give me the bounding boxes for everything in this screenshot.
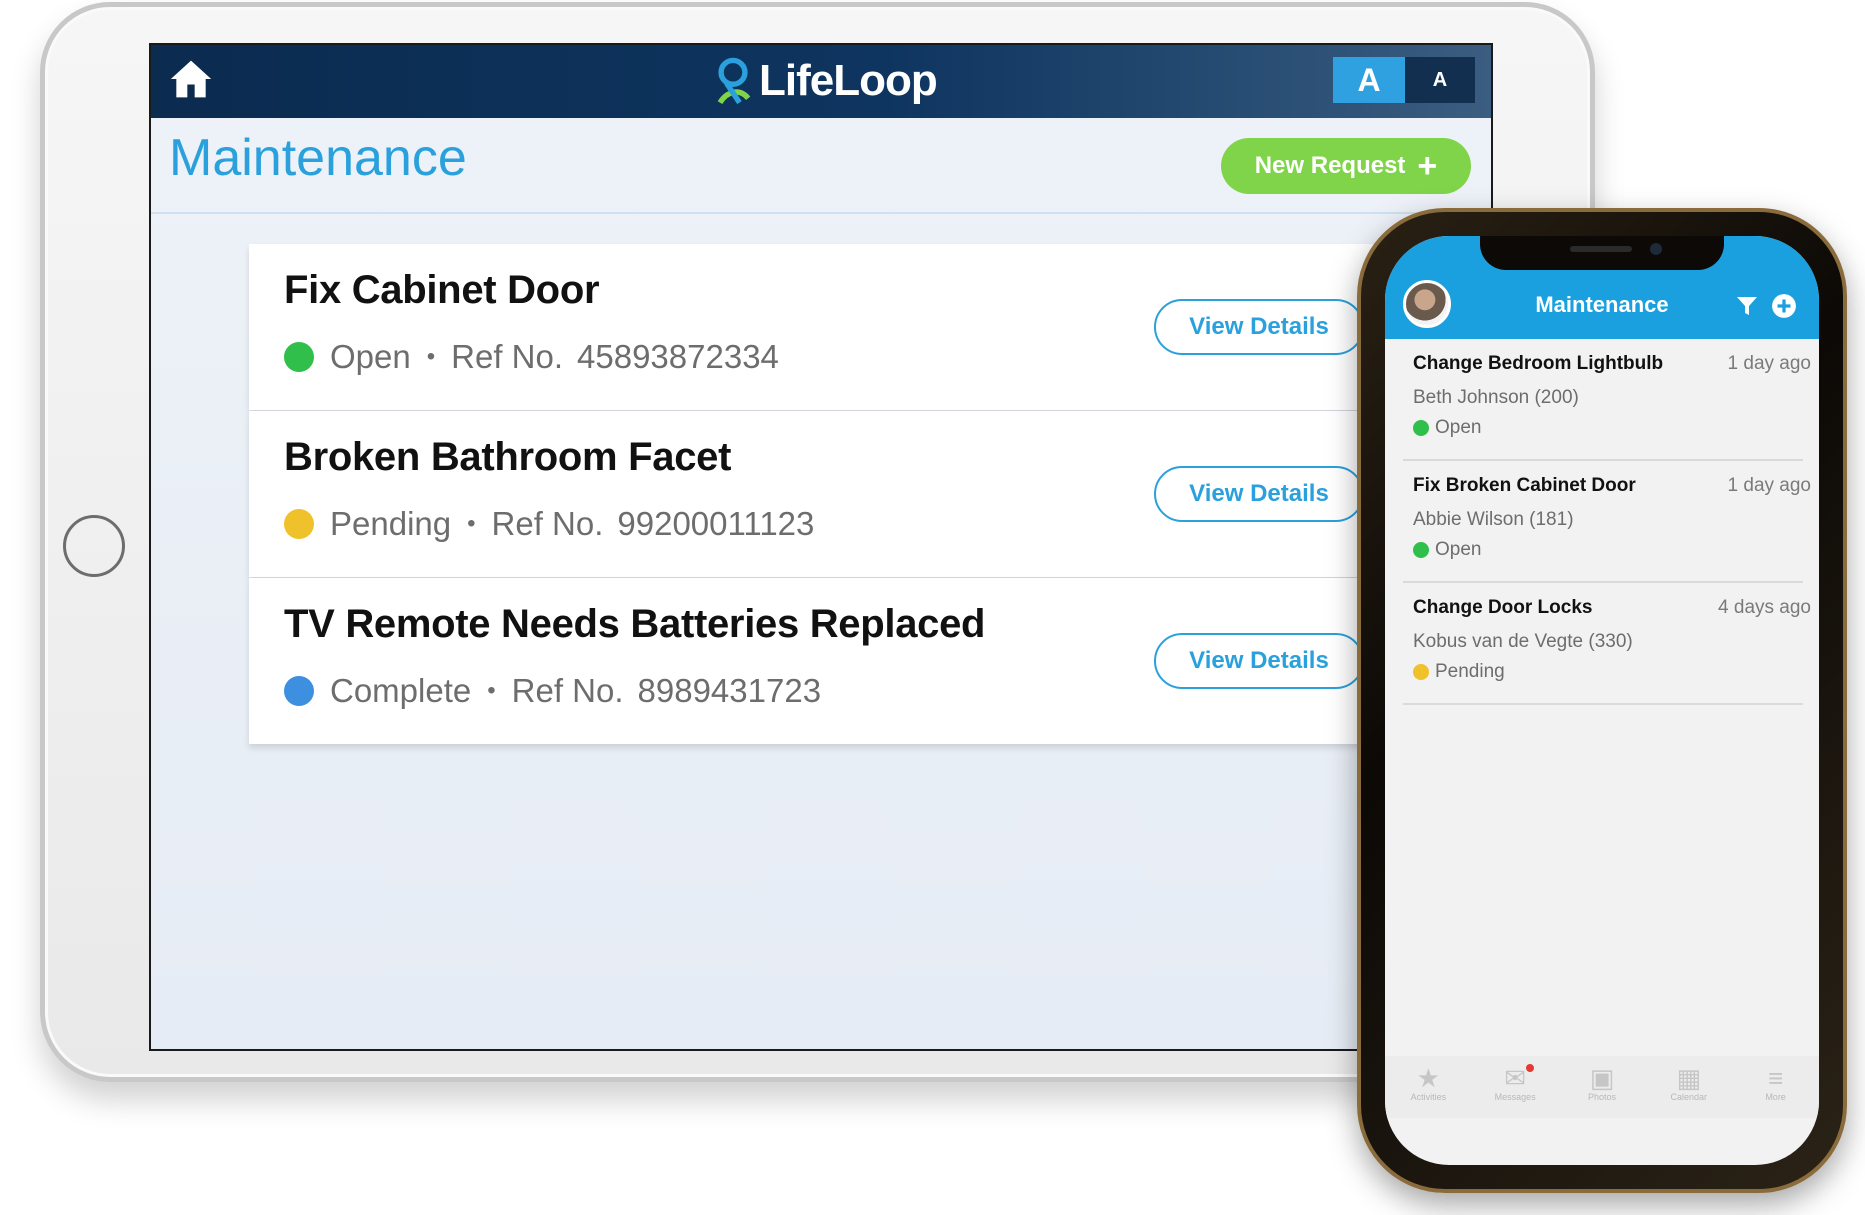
item-status: Pending — [1413, 661, 1505, 683]
page-title: Maintenance — [169, 129, 467, 187]
item-status: Open — [1413, 539, 1481, 561]
item-person: Abbie Wilson (181) — [1413, 509, 1574, 530]
ref-number: 99200011123 — [617, 505, 815, 542]
status-dot-icon — [1413, 664, 1429, 680]
ref-number: 8989431723 — [637, 672, 822, 709]
view-details-button[interactable]: View Details — [1154, 299, 1364, 355]
separator-dot: • — [426, 343, 436, 370]
plus-icon: + — [1417, 147, 1438, 185]
request-status: Complete — [330, 672, 472, 709]
ref-label: Ref No. — [511, 672, 624, 709]
phone-device: Maintenance Change Bedroom Lightbulb 1 d… — [1357, 208, 1847, 1193]
item-status-label: Pending — [1435, 661, 1505, 682]
request-card: Fix Cabinet Door Open • Ref No. 45893872… — [249, 244, 1491, 410]
font-size-large-button[interactable]: A — [1333, 57, 1405, 103]
request-title: Fix Cabinet Door — [284, 268, 600, 312]
font-size-small-button[interactable]: A — [1405, 57, 1475, 103]
new-request-button[interactable]: New Request + — [1221, 138, 1471, 194]
bottom-tab-bar: ★ Activities ✉ Messages ▣ Photos ▦ Calen… — [1385, 1056, 1819, 1118]
font-size-toggle: A A — [1333, 57, 1475, 103]
speaker — [1570, 246, 1632, 252]
tab-activities[interactable]: ★ Activities — [1391, 1056, 1465, 1118]
request-title: Broken Bathroom Facet — [284, 435, 732, 479]
ref-label: Ref No. — [451, 338, 564, 375]
top-navbar: LifeLoop A A — [151, 45, 1491, 118]
status-dot-icon — [284, 509, 314, 539]
tab-more[interactable]: ≡ More — [1739, 1056, 1813, 1118]
tab-label: Activities — [1410, 1092, 1447, 1102]
logo-text: LifeLoop — [759, 56, 938, 105]
phone-screen: Maintenance Change Bedroom Lightbulb 1 d… — [1385, 236, 1819, 1165]
item-title: Change Bedroom Lightbulb — [1413, 353, 1664, 374]
request-status: Pending — [330, 505, 452, 542]
item-time: 4 days ago — [1718, 597, 1811, 618]
photos-icon: ▣ — [1589, 1063, 1615, 1093]
request-title: TV Remote Needs Batteries Replaced — [284, 602, 986, 646]
filter-icon[interactable] — [1735, 294, 1759, 318]
tablet-home-button[interactable] — [63, 515, 125, 577]
tab-label: More — [1765, 1092, 1786, 1102]
ref-label: Ref No. — [491, 505, 604, 542]
add-circle-icon[interactable] — [1771, 293, 1797, 319]
request-meta: Open • Ref No. 45893872334 — [284, 338, 779, 376]
item-title: Fix Broken Cabinet Door — [1413, 475, 1636, 496]
tab-label: Photos — [1587, 1092, 1616, 1102]
phone-notch — [1480, 236, 1724, 270]
item-time: 1 day ago — [1727, 353, 1811, 374]
tablet-screen: LifeLoop A A Maintenance New Request + F… — [149, 43, 1493, 1051]
star-icon: ★ — [1416, 1063, 1441, 1093]
request-card: Broken Bathroom Facet Pending • Ref No. … — [249, 411, 1491, 577]
request-meta: Complete • Ref No. 8989431723 — [284, 672, 821, 710]
tab-photos[interactable]: ▣ Photos — [1565, 1056, 1639, 1118]
status-dot-icon — [284, 676, 314, 706]
item-title: Change Door Locks — [1413, 597, 1593, 618]
tab-calendar[interactable]: ▦ Calendar — [1652, 1056, 1726, 1118]
view-details-button[interactable]: View Details — [1154, 466, 1364, 522]
tab-label: Calendar — [1670, 1092, 1708, 1102]
home-icon[interactable] — [169, 57, 213, 101]
lifeloop-logo: LifeLoop — [711, 53, 938, 109]
envelope-icon: ✉ — [1504, 1063, 1527, 1093]
list-item[interactable]: Fix Broken Cabinet Door 1 day ago Abbie … — [1403, 461, 1811, 583]
lifeloop-logo-icon — [717, 57, 751, 105]
status-dot-icon — [284, 342, 314, 372]
calendar-icon: ▦ — [1676, 1063, 1702, 1093]
item-time: 1 day ago — [1727, 475, 1811, 496]
status-dot-icon — [1413, 542, 1429, 558]
item-status-label: Open — [1435, 417, 1482, 438]
list-item[interactable]: Change Bedroom Lightbulb 1 day ago Beth … — [1403, 339, 1811, 461]
separator-dot: • — [467, 510, 476, 537]
item-person: Kobus van de Vegte (330) — [1413, 631, 1633, 652]
request-card: TV Remote Needs Batteries Replaced Compl… — [249, 578, 1491, 744]
camera — [1650, 243, 1662, 255]
item-person: Beth Johnson (200) — [1413, 387, 1579, 408]
list-item[interactable]: Change Door Locks 4 days ago Kobus van d… — [1403, 583, 1811, 705]
request-meta: Pending • Ref No. 99200011123 — [284, 505, 814, 543]
tab-messages[interactable]: ✉ Messages — [1478, 1056, 1552, 1118]
separator-dot: • — [487, 677, 496, 704]
ref-number: 45893872334 — [577, 338, 779, 375]
item-status: Open — [1413, 417, 1481, 439]
page-header: Maintenance New Request + — [151, 118, 1491, 214]
menu-icon: ≡ — [1767, 1063, 1784, 1093]
new-request-label: New Request — [1254, 152, 1406, 179]
notification-badge — [1526, 1064, 1535, 1072]
view-details-button[interactable]: View Details — [1154, 633, 1364, 689]
status-dot-icon — [1413, 420, 1429, 436]
tab-label: Messages — [1494, 1092, 1536, 1102]
item-status-label: Open — [1435, 539, 1482, 560]
request-status: Open — [330, 338, 411, 375]
